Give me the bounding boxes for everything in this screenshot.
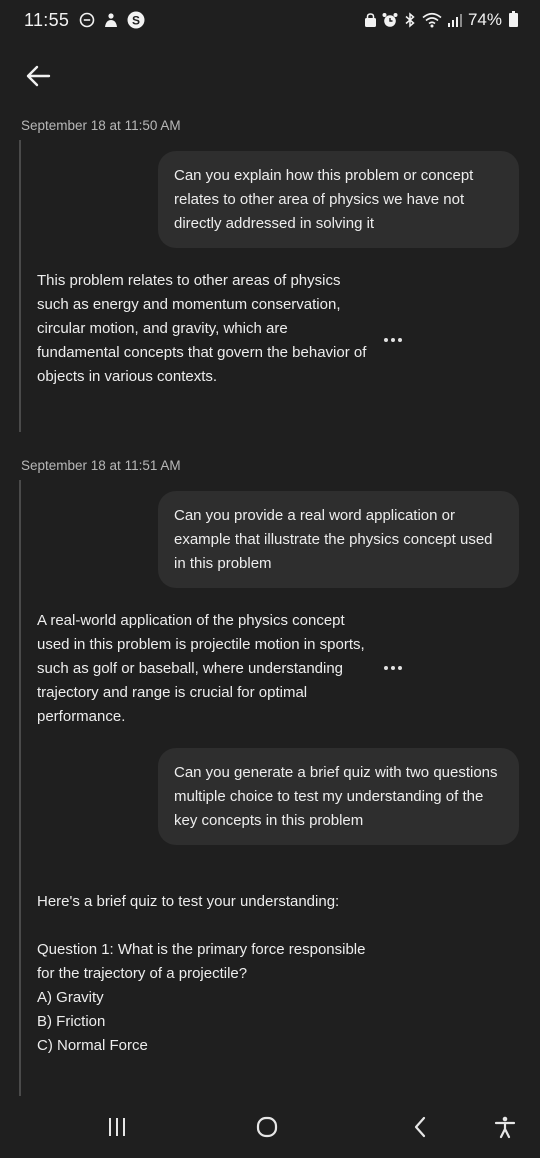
- timestamp: September 18 at 11:51 AM: [21, 458, 181, 473]
- assistant-message[interactable]: Here's a brief quiz to test your underst…: [37, 890, 372, 1058]
- more-dot: [391, 338, 395, 342]
- more-dot: [391, 666, 395, 670]
- back-chevron-icon: [414, 1116, 426, 1138]
- status-right: 74%: [364, 10, 518, 30]
- more-dot: [384, 338, 388, 342]
- user-message[interactable]: Can you explain how this problem or conc…: [158, 151, 519, 248]
- battery-icon: [509, 11, 518, 27]
- accessibility-button[interactable]: [490, 1114, 520, 1140]
- signal-icon: [447, 13, 463, 28]
- s-badge-icon: S: [127, 11, 145, 29]
- accessibility-icon: [494, 1116, 516, 1139]
- wifi-icon: [422, 12, 442, 28]
- battery-percent: 74%: [467, 10, 502, 29]
- thread-line: [19, 140, 21, 432]
- system-nav-bar: [0, 1096, 540, 1158]
- more-dot: [384, 666, 388, 670]
- assistant-message-text: This problem relates to other areas of p…: [37, 272, 367, 385]
- system-back-button[interactable]: [405, 1114, 435, 1140]
- back-button[interactable]: [20, 58, 56, 94]
- home-icon: [256, 1116, 278, 1138]
- more-dot: [398, 338, 402, 342]
- minus-circle-icon: [79, 12, 95, 28]
- recent-apps-icon: [109, 1118, 125, 1136]
- svg-text:S: S: [132, 14, 140, 28]
- assistant-message-text: A real-world application of the physics …: [37, 612, 365, 725]
- status-left: 11:55 S: [24, 10, 145, 31]
- status-time: 11:55: [24, 9, 70, 30]
- assistant-message[interactable]: A real-world application of the physics …: [37, 609, 372, 729]
- assistant-message-text: Here's a brief quiz to test your underst…: [37, 893, 366, 1054]
- timestamp: September 18 at 11:50 AM: [21, 118, 181, 133]
- assistant-message[interactable]: This problem relates to other areas of p…: [37, 269, 372, 389]
- home-button[interactable]: [252, 1114, 282, 1140]
- arrow-left-icon: [26, 65, 51, 87]
- alarm-icon: [382, 12, 398, 28]
- notification-icon: [103, 12, 119, 29]
- conversation[interactable]: September 18 at 11:50 AM Can you explain…: [0, 100, 540, 1096]
- thread-line: [19, 480, 21, 1096]
- lock-icon: [364, 12, 377, 28]
- user-message[interactable]: Can you generate a brief quiz with two q…: [158, 748, 519, 845]
- more-dot: [398, 666, 402, 670]
- bluetooth-icon: [403, 12, 417, 28]
- user-message[interactable]: Can you provide a real word application …: [158, 491, 519, 588]
- recent-apps-button[interactable]: [102, 1114, 132, 1140]
- status-bar: 11:55 S 74%: [0, 0, 540, 40]
- more-options-button[interactable]: [378, 332, 408, 348]
- more-options-button[interactable]: [378, 660, 408, 676]
